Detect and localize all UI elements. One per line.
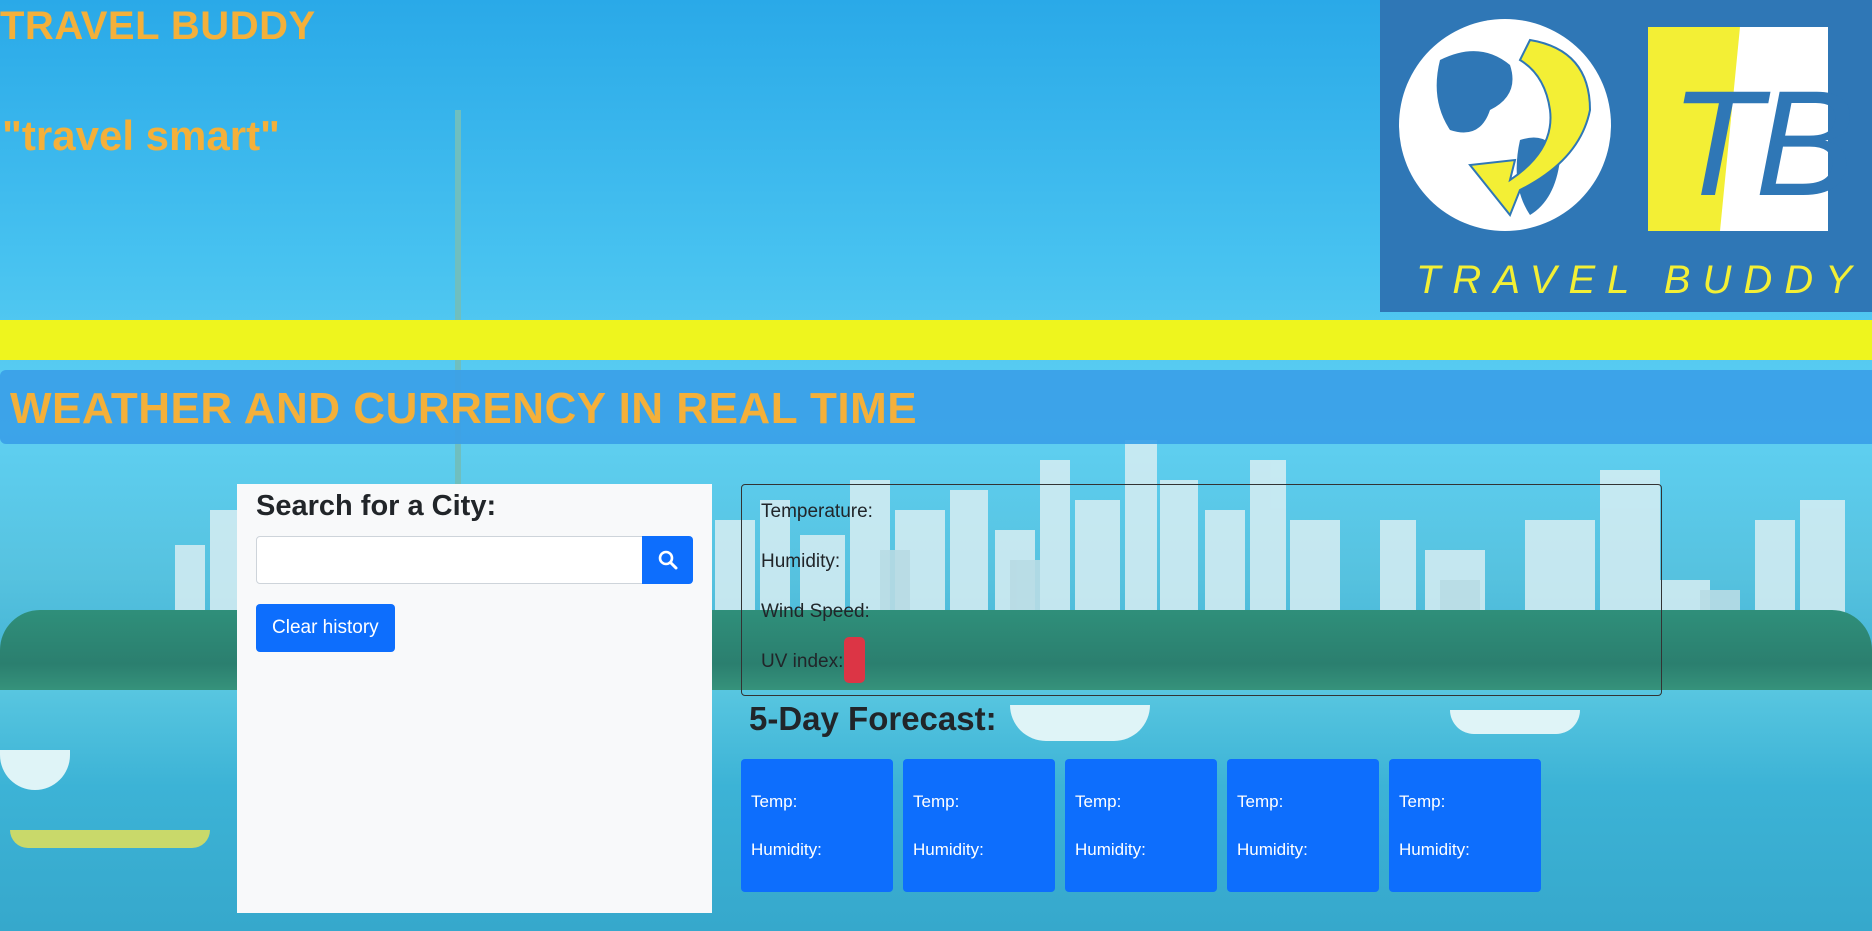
search-button[interactable] [642, 536, 693, 584]
search-panel: Search for a City: Clear history [237, 484, 712, 913]
boat [1450, 710, 1580, 734]
search-heading: Search for a City: [256, 490, 497, 522]
search-icon [658, 550, 677, 570]
boat [10, 830, 210, 848]
divider-bar [0, 320, 1872, 360]
logo-text: TRAVEL BUDDY [1416, 258, 1864, 302]
banner-title: WEATHER AND CURRENCY IN REAL TIME [10, 384, 918, 433]
current-weather-panel: Temperature: Humidity: Wind Speed: UV in… [741, 484, 1662, 696]
forecast-temp-label: Temp: [1075, 792, 1122, 811]
forecast-card: Temp: Humidity: [1227, 759, 1379, 892]
city-search-input[interactable] [256, 536, 643, 584]
temperature-label: Temperature: [761, 501, 873, 522]
clear-history-button[interactable]: Clear history [256, 604, 395, 652]
forecast-temp-label: Temp: [913, 792, 960, 811]
humidity-label: Humidity: [761, 551, 841, 572]
banner: WEATHER AND CURRENCY IN REAL TIME [0, 370, 1872, 444]
forecast-temp-label: Temp: [751, 792, 798, 811]
forecast-humidity-label: Humidity: [913, 840, 984, 859]
site-slogan: "travel smart" [2, 112, 280, 159]
forecast-heading: 5-Day Forecast: [749, 700, 997, 737]
forecast-humidity-label: Humidity: [1075, 840, 1146, 859]
uv-index-badge [844, 637, 865, 683]
forecast-humidity-label: Humidity: [751, 840, 822, 859]
forecast-card: Temp: Humidity: [903, 759, 1055, 892]
uv-index-label: UV index: [761, 651, 844, 672]
svg-text:B: B [1755, 59, 1855, 227]
forecast-card: Temp: Humidity: [1389, 759, 1541, 892]
forecast-temp-label: Temp: [1399, 792, 1446, 811]
forecast-card: Temp: Humidity: [1065, 759, 1217, 892]
forecast-card: Temp: Humidity: [741, 759, 893, 892]
boat [1010, 705, 1150, 741]
site-title: TRAVEL BUDDY [0, 4, 316, 48]
forecast-humidity-label: Humidity: [1399, 840, 1470, 859]
forecast-temp-label: Temp: [1237, 792, 1284, 811]
wind-speed-label: Wind Speed: [761, 601, 870, 622]
travel-buddy-logo: T B TRAVEL BUDDY [1380, 0, 1872, 312]
forecast-humidity-label: Humidity: [1237, 840, 1308, 859]
